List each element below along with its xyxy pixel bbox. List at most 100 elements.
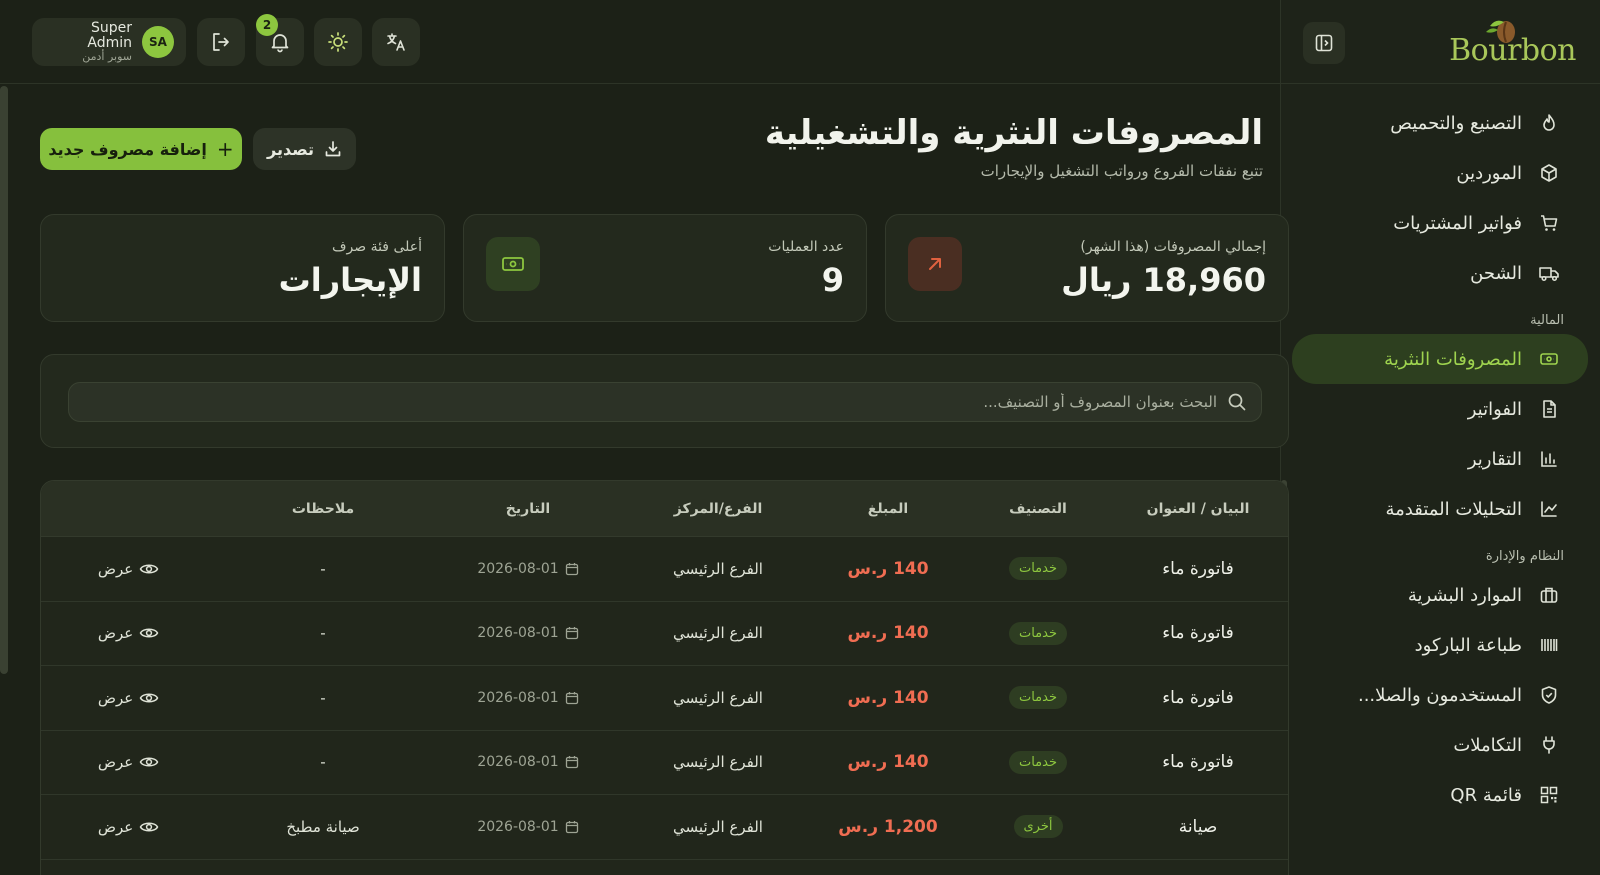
row-date: 2026-08-01: [428, 690, 628, 706]
add-expense-button[interactable]: + إضافة مصروف جديد: [40, 128, 242, 170]
search-input[interactable]: [83, 393, 1217, 411]
user-menu[interactable]: Super Admin سوبر أدمن SA: [32, 18, 186, 66]
view-label: عرض: [97, 817, 134, 836]
row-date-value: 2026-08-01: [477, 689, 559, 706]
sidebar-item-shipping[interactable]: الشحن: [1292, 248, 1588, 298]
view-button[interactable]: عرض: [41, 688, 218, 707]
cart-icon: [1538, 212, 1560, 234]
main-scrollbar[interactable]: [0, 86, 8, 674]
view-label: عرض: [97, 559, 134, 578]
view-button[interactable]: عرض: [41, 559, 218, 578]
eye-icon: [139, 564, 159, 574]
sidebar-item-roasting[interactable]: التصنيع والتحميص: [1292, 98, 1588, 148]
row-branch: الفرع الرئيسي: [673, 753, 763, 772]
sidebar-collapse-button[interactable]: [1303, 22, 1345, 64]
row-branch: الفرع الرئيسي: [673, 624, 763, 643]
sidebar-item-label: التكاملات: [1453, 734, 1522, 756]
row-category: خدمات: [968, 750, 1108, 774]
category-badge: خدمات: [1008, 557, 1068, 581]
col-notes: ملاحظات: [291, 500, 355, 517]
sidebar-item-label: التصنيع والتحميص: [1390, 112, 1522, 134]
sidebar-header: Bourbon: [1281, 0, 1600, 84]
stat-total-expenses: إجمالي المصروفات (هذا الشهر) 18,960 ريال: [885, 214, 1289, 322]
col-branch: الفرع/المركز: [673, 500, 763, 517]
row-category: أخرى: [968, 815, 1108, 839]
export-label: تصدير: [267, 139, 314, 159]
calendar-icon: [565, 820, 578, 833]
sidebar-item-label: طباعة الباركود: [1414, 634, 1522, 656]
row-category: خدمات: [968, 621, 1108, 645]
row-branch: الفرع الرئيسي: [673, 817, 763, 836]
sidebar-item-label: قائمة QR: [1450, 784, 1522, 806]
category-badge: خدمات: [1008, 686, 1068, 710]
theme-toggle-button[interactable]: [314, 18, 362, 66]
row-date: 2026-08-01: [428, 561, 628, 577]
sidebar-item-label: التحليلات المتقدمة: [1385, 498, 1522, 520]
calendar-icon: [565, 562, 578, 575]
row-date-value: 2026-08-01: [477, 560, 559, 577]
sidebar-item-qr-menu[interactable]: قائمة QR: [1292, 770, 1588, 820]
row-date-value: 2026-08-01: [477, 754, 559, 771]
sidebar-item-users-permissions[interactable]: المستخدمون والصلا...: [1292, 670, 1588, 720]
table-row: فاتورة ماء خدمات 140 ر.س الفرع الرئيسي 2…: [41, 537, 1288, 602]
row-amount: 140 ر.س: [847, 687, 929, 708]
view-label: عرض: [97, 624, 134, 643]
export-button[interactable]: تصدير: [253, 128, 356, 170]
logout-button[interactable]: [197, 18, 245, 66]
sidebar-item-label: الموارد البشرية: [1407, 584, 1522, 606]
view-button[interactable]: عرض: [41, 624, 218, 643]
sidebar-item-integrations[interactable]: التكاملات: [1292, 720, 1588, 770]
package-icon: [1538, 162, 1560, 184]
translate-icon: [387, 33, 405, 51]
view-label: عرض: [97, 688, 134, 707]
row-amount: 140 ر.س: [847, 752, 929, 773]
sidebar-item-label: المصروفات النثرية: [1384, 348, 1522, 370]
brand-logo[interactable]: Bourbon: [1449, 16, 1576, 68]
sidebar-item-label: فواتير المشتريات: [1393, 212, 1522, 234]
stat-value: 18,960 ريال: [1061, 261, 1266, 299]
notifications-badge: 2: [256, 14, 278, 36]
sidebar-item-barcode[interactable]: طباعة الباركود: [1292, 620, 1588, 670]
sidebar-section-finance: المالية: [1530, 313, 1564, 328]
row-branch: الفرع الرئيسي: [673, 559, 763, 578]
user-name: Super Admin: [87, 19, 132, 51]
sidebar-item-hr[interactable]: الموارد البشرية: [1292, 570, 1588, 620]
search-panel: [40, 354, 1289, 448]
calendar-icon: [565, 691, 578, 704]
language-button[interactable]: [372, 18, 420, 66]
sidebar-item-purchase-invoices[interactable]: فواتير المشتريات: [1292, 198, 1588, 248]
row-note: صيانة مطبخ: [286, 817, 360, 836]
stat-top-category: أعلى فئة صرف الإيجارات: [40, 214, 445, 322]
view-button[interactable]: عرض: [41, 817, 218, 836]
row-note: -: [320, 688, 326, 707]
expenses-table: البيان / العنوان التصنيف المبلغ الفرع/ال…: [40, 480, 1289, 875]
table-row: فاتورة ماء خدمات 140 ر.س الفرع الرئيسي 2…: [41, 731, 1288, 795]
user-names: Super Admin سوبر أدمن: [44, 19, 132, 64]
stat-label: أعلى فئة صرف: [332, 239, 422, 255]
arrow-up-right-icon: [908, 237, 962, 291]
col-amount: المبلغ: [867, 500, 909, 517]
calendar-icon: [565, 756, 578, 769]
row-title: فاتورة ماء: [1162, 752, 1234, 773]
sidebar-item-analytics[interactable]: التحليلات المتقدمة: [1292, 484, 1588, 534]
sidebar-item-suppliers[interactable]: الموردين: [1292, 148, 1588, 198]
sidebar-item-petty-expenses[interactable]: المصروفات النثرية: [1292, 334, 1588, 384]
col-date: التاريخ: [505, 500, 551, 517]
sidebar-item-invoices[interactable]: الفواتير: [1292, 384, 1588, 434]
row-date: 2026-08-01: [428, 625, 628, 641]
row-title: فاتورة ماء: [1162, 623, 1234, 644]
view-button[interactable]: عرض: [41, 753, 218, 771]
row-category: خدمات: [968, 557, 1108, 581]
stat-value: 9: [821, 261, 844, 299]
row-note: -: [320, 559, 326, 578]
eye-icon: [139, 693, 159, 703]
row-note: -: [320, 624, 326, 643]
sidebar-nav: التصنيع والتحميص الموردين فواتير المشتري…: [1280, 98, 1600, 820]
sidebar-item-label: المستخدمون والصلا...: [1357, 684, 1522, 706]
bar-chart-icon: [1538, 448, 1560, 470]
banknote-icon: [1538, 348, 1560, 370]
category-badge: أخرى: [1013, 815, 1063, 839]
notifications-button[interactable]: 2: [256, 14, 304, 66]
brand-name: Bourbon: [1449, 33, 1576, 68]
sidebar-item-reports[interactable]: التقارير: [1292, 434, 1588, 484]
